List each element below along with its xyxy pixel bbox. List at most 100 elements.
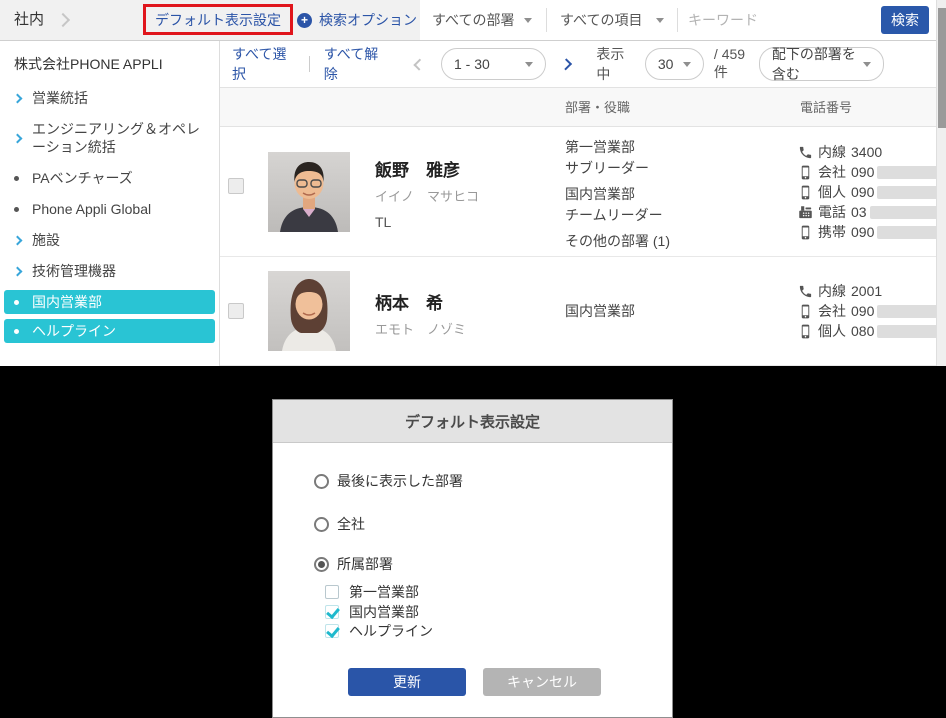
field-select[interactable]: すべての項目 <box>560 0 642 40</box>
phone-number[interactable]: 3400 <box>851 144 882 160</box>
mobile-icon <box>798 165 813 180</box>
checkbox-helpline[interactable]: ヘルプライン <box>325 621 433 641</box>
chevron-down-icon <box>683 62 691 67</box>
search-button[interactable]: 検索 <box>881 6 929 34</box>
redacted-number <box>877 226 939 239</box>
radio-last-displayed-dept[interactable]: 最後に表示した部署 <box>314 471 463 491</box>
vertical-scrollbar[interactable] <box>936 0 946 366</box>
department-name: 第一営業部 <box>565 137 670 158</box>
dialog-title: デフォルト表示設定 <box>273 400 672 443</box>
radio-whole-company[interactable]: 全社 <box>314 514 365 534</box>
chevron-right-icon <box>14 237 32 244</box>
table-header: 部署・役職 電話番号 <box>220 88 936 127</box>
search-options-button[interactable]: 検索オプション <box>319 0 417 40</box>
divider <box>309 56 310 72</box>
bullet-icon <box>14 329 32 334</box>
phone-number[interactable]: 080 <box>851 323 874 339</box>
next-page-icon[interactable] <box>560 58 572 70</box>
contact-kana: イイノ マサヒコ <box>375 186 479 205</box>
prev-page-icon[interactable] <box>413 58 425 70</box>
checkbox-daiichi-eigyoubu[interactable]: 第一営業部 <box>325 582 419 602</box>
checkbox-checked-icon[interactable] <box>325 605 339 619</box>
phone-cell: 内線 3400 会社 090 個人 090 <box>798 142 942 242</box>
other-departments-link[interactable]: その他の部署 (1) <box>565 231 670 252</box>
name-block: 柄本 希 エモト ノゾミ <box>375 289 466 338</box>
radio-selected-icon[interactable] <box>314 557 329 572</box>
cancel-button[interactable]: キャンセル <box>483 668 601 696</box>
department-role: チームリーダー <box>565 205 670 226</box>
divider <box>546 8 547 32</box>
sidebar-item-gijutsu-kanri[interactable]: 技術管理機器 <box>0 259 219 283</box>
redacted-number <box>877 305 939 318</box>
phone-number[interactable]: 090 <box>851 184 874 200</box>
phone-number[interactable]: 090 <box>851 164 874 180</box>
chevron-right-icon <box>14 95 32 102</box>
department-name: 国内営業部 <box>565 301 635 322</box>
department-name: 国内営業部 <box>565 184 670 205</box>
chevron-down-icon <box>863 62 871 67</box>
checkbox-checked-icon[interactable] <box>325 624 339 638</box>
select-all-button[interactable]: すべて選択 <box>232 44 295 84</box>
scrollbar-thumb[interactable] <box>938 8 946 128</box>
profile-photo <box>268 152 350 232</box>
checkbox-icon[interactable] <box>325 585 339 599</box>
sidebar-item-shisetsu[interactable]: 施設 <box>0 228 219 252</box>
include-sub-depts-select[interactable]: 配下の部署を含む <box>759 47 884 81</box>
mobile-icon <box>798 225 813 240</box>
radio-icon[interactable] <box>314 517 329 532</box>
red-highlight-box: デフォルト表示設定 <box>143 4 293 35</box>
radio-own-dept[interactable]: 所属部署 <box>314 554 393 574</box>
update-button[interactable]: 更新 <box>348 668 466 696</box>
column-header-department: 部署・役職 <box>565 88 630 127</box>
contact-name: 柄本 希 <box>375 289 466 314</box>
phone-number[interactable]: 090 <box>851 303 874 319</box>
chevron-right-icon <box>14 135 32 142</box>
row-checkbox[interactable] <box>228 303 244 319</box>
sidebar-item-helpline[interactable]: ヘルプライン <box>4 319 215 343</box>
department-select[interactable]: すべての部署 <box>432 0 514 40</box>
table-row[interactable]: 飯野 雅彦 イイノ マサヒコ TL 第一営業部 サブリーダー 国内営業部 チーム… <box>220 127 936 257</box>
page-size-select[interactable]: 30 <box>645 48 704 80</box>
plus-circle-icon[interactable]: + <box>297 13 312 28</box>
sidebar-item-engineering[interactable]: エンジニアリング＆オペレーション統括 <box>0 117 219 159</box>
sidebar-item-phone-appli-global[interactable]: Phone Appli Global <box>0 197 219 221</box>
sidebar-item-pa-ventures[interactable]: PAベンチャーズ <box>0 166 219 190</box>
redacted-number <box>877 186 939 199</box>
deselect-all-button[interactable]: すべて解除 <box>324 44 387 84</box>
sidebar-item-eigyoutoukatsu[interactable]: 営業統括 <box>0 86 219 110</box>
chevron-right-icon <box>56 13 70 27</box>
table-row[interactable]: 柄本 希 エモト ノゾミ 国内営業部 内線 2001 会社 <box>220 257 936 366</box>
contact-list-panel: すべて選択 すべて解除 1 - 30 表示中 30 / 459 件 配下の部署を… <box>220 41 936 366</box>
handset-icon <box>798 284 813 299</box>
default-display-settings-dialog: デフォルト表示設定 最後に表示した部署 全社 所属部署 第一営業部 国内営業部 … <box>272 399 673 718</box>
list-toolbar: すべて選択 すべて解除 1 - 30 表示中 30 / 459 件 配下の部署を… <box>220 41 936 88</box>
bullet-icon <box>14 207 32 212</box>
phone-number[interactable]: 2001 <box>851 283 882 299</box>
name-block: 飯野 雅彦 イイノ マサヒコ TL <box>375 156 479 230</box>
divider <box>677 8 678 32</box>
company-name: 株式会社PHONE APPLI <box>0 54 219 86</box>
department-tree-sidebar: 株式会社PHONE APPLI 営業統括 エンジニアリング＆オペレーション統括 … <box>0 41 220 366</box>
redacted-number <box>877 325 939 338</box>
redacted-number <box>877 166 939 179</box>
page-range-select[interactable]: 1 - 30 <box>441 48 546 80</box>
sidebar-item-kokunai-eigyoubu[interactable]: 国内営業部 <box>4 290 215 314</box>
chevron-right-icon <box>14 268 32 275</box>
phone-number[interactable]: 090 <box>851 224 874 240</box>
top-bar: 社内 デフォルト表示設定 + 検索オプション すべての部署 すべての項目 検索 <box>0 0 946 41</box>
app-window: 社内 デフォルト表示設定 + 検索オプション すべての部署 すべての項目 検索 … <box>0 0 946 366</box>
search-panel: すべての部署 すべての項目 検索 <box>420 0 936 40</box>
chevron-down-icon <box>656 18 664 23</box>
row-checkbox[interactable] <box>228 178 244 194</box>
phone-number[interactable]: 03 <box>851 204 867 220</box>
checkbox-kokunai-eigyoubu[interactable]: 国内営業部 <box>325 602 419 622</box>
contact-title: TL <box>375 214 479 230</box>
keyword-input[interactable] <box>688 6 848 34</box>
radio-icon[interactable] <box>314 474 329 489</box>
column-header-phone: 電話番号 <box>800 88 852 127</box>
mobile-icon <box>798 304 813 319</box>
handset-icon <box>798 145 813 160</box>
default-display-settings-button[interactable]: デフォルト表示設定 <box>155 10 281 30</box>
breadcrumb: 社内 <box>14 0 44 40</box>
phone-cell: 内線 2001 会社 090 個人 080 <box>798 281 939 341</box>
